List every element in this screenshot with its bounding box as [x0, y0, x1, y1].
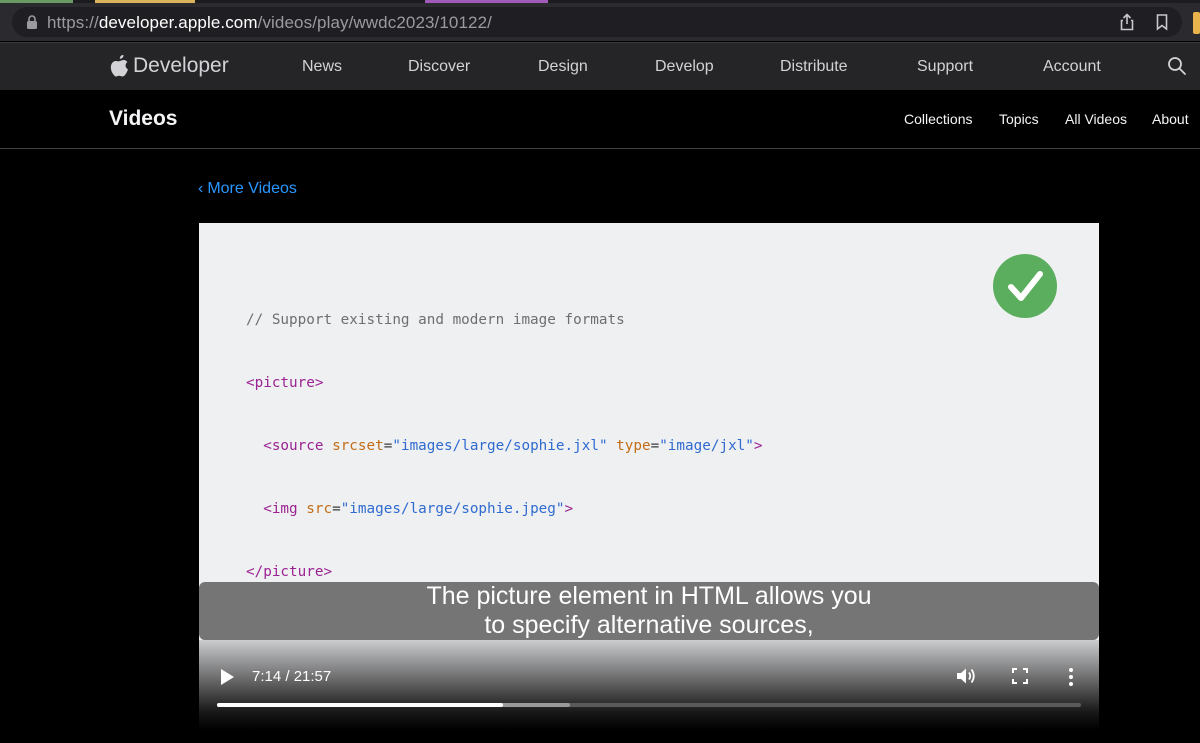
nav-item-news[interactable]: News [302, 58, 342, 76]
code-token: srcset [332, 438, 384, 454]
code-token: src [306, 501, 333, 517]
code-token: </picture> [246, 564, 333, 580]
code-token: "images/large/sophie.jpeg" [340, 501, 565, 517]
global-nav: Developer News Discover Design Develop D… [0, 42, 1200, 90]
local-nav-collections[interactable]: Collections [904, 111, 972, 127]
url-text[interactable]: https://developer.apple.com/videos/play/… [47, 13, 492, 33]
code-snippet: // Support existing and modern image for… [246, 268, 763, 625]
play-icon[interactable] [219, 668, 235, 686]
code-token: > [564, 501, 574, 517]
code-comment: // Support existing and modern image for… [246, 312, 625, 328]
nav-item-support[interactable]: Support [917, 58, 973, 76]
developer-home-link[interactable]: Developer [110, 54, 229, 78]
code-token: <source [263, 438, 324, 454]
address-bar[interactable]: https://developer.apple.com/videos/play/… [12, 7, 1182, 37]
code-token: = [332, 501, 341, 517]
brand-label: Developer [133, 54, 229, 77]
share-icon[interactable] [1118, 13, 1136, 31]
fullscreen-icon[interactable] [1012, 668, 1028, 684]
code-token: <img [263, 501, 298, 517]
url-scheme: https:// [47, 13, 99, 32]
nav-item-account[interactable]: Account [1043, 58, 1101, 76]
local-nav-all-videos[interactable]: All Videos [1065, 111, 1127, 127]
video-player[interactable]: // Support existing and modern image for… [199, 223, 1099, 730]
caption-line: to specify alternative sources, [484, 611, 814, 639]
code-token: <picture> [246, 375, 324, 391]
local-nav: Videos Collections Topics All Videos Abo… [0, 90, 1200, 149]
extension-icon[interactable] [1193, 12, 1200, 34]
caption-line: The picture element in HTML allows you [426, 582, 872, 610]
url-path: /videos/play/wwdc2023/10122/ [257, 13, 492, 32]
chevron-left-icon: ‹ [198, 180, 204, 197]
more-videos-label: More Videos [207, 180, 297, 197]
apple-logo-icon [110, 55, 128, 77]
time-display: 7:14 / 21:57 [252, 668, 332, 685]
volume-icon[interactable] [955, 666, 977, 686]
nav-item-develop[interactable]: Develop [655, 58, 714, 76]
nav-item-distribute[interactable]: Distribute [780, 58, 848, 76]
browser-toolbar: https://developer.apple.com/videos/play/… [0, 3, 1200, 41]
nav-item-discover[interactable]: Discover [408, 58, 470, 76]
bookmark-icon[interactable] [1153, 13, 1171, 31]
progress-played [217, 703, 503, 707]
code-token: "image/jxl" [659, 438, 754, 454]
code-token: > [753, 438, 763, 454]
code-token: = [650, 438, 660, 454]
local-nav-about[interactable]: About [1152, 111, 1189, 127]
code-token: type [616, 438, 651, 454]
url-host: developer.apple.com [98, 13, 258, 32]
more-options-icon[interactable] [1067, 667, 1075, 687]
code-token: "images/large/sophie.jxl" [392, 438, 608, 454]
section-title[interactable]: Videos [109, 107, 177, 131]
local-nav-topics[interactable]: Topics [999, 111, 1039, 127]
more-videos-link[interactable]: ‹ More Videos [198, 180, 297, 198]
caption-box: The picture element in HTML allows you t… [199, 582, 1099, 640]
progress-bar[interactable] [217, 703, 1081, 707]
lock-icon [27, 15, 37, 29]
search-icon[interactable] [1167, 56, 1187, 76]
nav-item-design[interactable]: Design [538, 58, 588, 76]
checkmark-icon [993, 254, 1057, 318]
